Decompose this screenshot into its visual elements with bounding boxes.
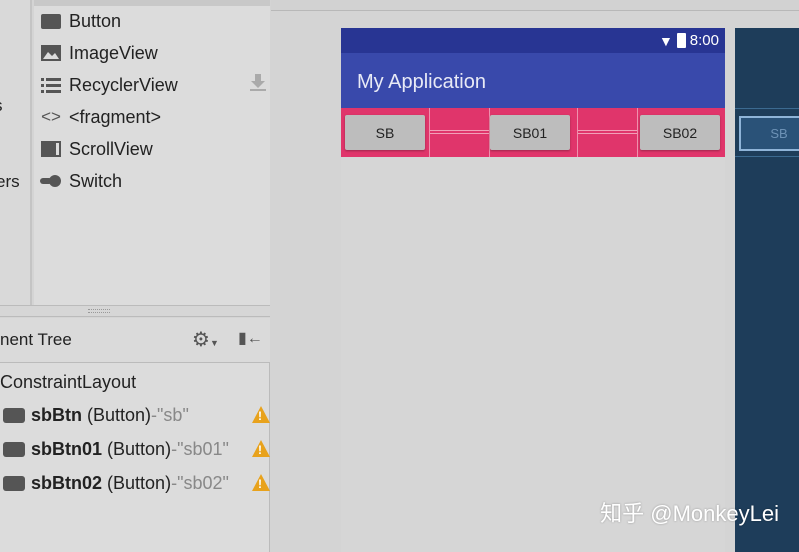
status-time: 8:00 — [689, 32, 719, 49]
palette-item-fragment[interactable]: <> <fragment> — [40, 103, 161, 131]
battery-icon — [676, 33, 686, 48]
palette-item-label: ScrollView — [69, 138, 153, 159]
watermark: 知乎 @MonkeyLei — [600, 501, 779, 526]
category-label[interactable]: s — [0, 96, 3, 116]
palette-item-imageview[interactable]: ImageView — [40, 39, 158, 67]
component-text: "sb02" — [177, 472, 229, 493]
tree-row[interactable]: sbBtn02 (Button) - "sb02" — [0, 469, 229, 497]
sb01-button[interactable]: SB01 — [490, 115, 570, 150]
tree-root[interactable]: ConstraintLayout — [0, 368, 136, 396]
design-preview[interactable]: ▼ 8:00 My Application SB SB01 SB02 — [341, 28, 725, 552]
palette-item-scrollview[interactable]: ScrollView — [40, 135, 153, 163]
palette-item-recyclerview[interactable]: RecyclerView — [40, 71, 266, 99]
component-tree: ConstraintLayout sbBtn (Button) - "sb" s… — [0, 363, 270, 552]
app-title: My Application — [357, 71, 486, 93]
status-bar: ▼ 8:00 — [341, 28, 725, 53]
sb02-button[interactable]: SB02 — [640, 115, 720, 150]
palette-item-button[interactable]: Button — [40, 7, 121, 35]
panel-splitter[interactable] — [0, 305, 270, 317]
component-id: sbBtn — [31, 404, 82, 425]
palette-item-switch[interactable]: Switch — [40, 167, 122, 195]
component-id: sbBtn01 — [31, 438, 103, 459]
category-label[interactable]: ers — [0, 172, 20, 192]
chain-link — [578, 130, 637, 134]
palette-item-label: RecyclerView — [69, 74, 178, 95]
left-panel-edge: s ers — [0, 0, 32, 305]
component-id: sbBtn02 — [31, 472, 103, 493]
chain-link — [430, 130, 489, 134]
component-tree-header: nent Tree ⚙▼ ▮← — [0, 318, 270, 363]
collapse-panel-icon[interactable]: ▮← — [238, 328, 263, 348]
editor-toolbar — [271, 0, 799, 11]
button-icon — [3, 475, 25, 491]
button-chain-row: SB SB01 SB02 — [341, 108, 725, 157]
component-type: (Button) — [87, 404, 152, 425]
warning-icon[interactable] — [252, 406, 270, 423]
tree-row[interactable]: sbBtn01 (Button) - "sb01" — [0, 435, 229, 463]
code-icon: <> — [41, 107, 61, 126]
button-icon — [3, 441, 25, 457]
blueprint-sb-button[interactable]: SB — [739, 116, 799, 151]
image-icon — [40, 44, 62, 62]
component-type: (Button) — [107, 438, 172, 459]
warning-icon[interactable] — [252, 474, 270, 491]
list-icon — [40, 76, 62, 94]
tree-row[interactable]: sbBtn (Button) - "sb" — [0, 401, 189, 429]
component-type: (Button) — [107, 472, 172, 493]
download-icon[interactable] — [250, 73, 266, 97]
sb-button[interactable]: SB — [345, 115, 425, 150]
warning-icon[interactable] — [252, 440, 270, 457]
blueprint-preview[interactable]: SB — [735, 28, 799, 552]
palette-item-label: Switch — [69, 170, 123, 191]
palette-item-label: <fragment> — [69, 106, 162, 127]
component-text: "sb01" — [177, 438, 229, 459]
gear-icon[interactable]: ⚙▼ — [192, 327, 219, 352]
palette-item-label: ImageView — [69, 42, 158, 63]
app-bar: My Application — [341, 53, 725, 108]
palette-item-label: Button — [69, 10, 122, 31]
palette-panel: Button ImageView RecyclerView <> <fragme… — [34, 0, 270, 305]
panel-title: nent Tree — [0, 330, 72, 349]
component-text: "sb" — [157, 404, 189, 425]
switch-icon — [40, 172, 62, 190]
tree-root-label: ConstraintLayout — [0, 371, 137, 392]
button-icon — [3, 407, 25, 423]
button-icon — [40, 12, 62, 30]
scrollview-icon — [40, 140, 62, 158]
wifi-icon: ▼ — [658, 32, 673, 49]
